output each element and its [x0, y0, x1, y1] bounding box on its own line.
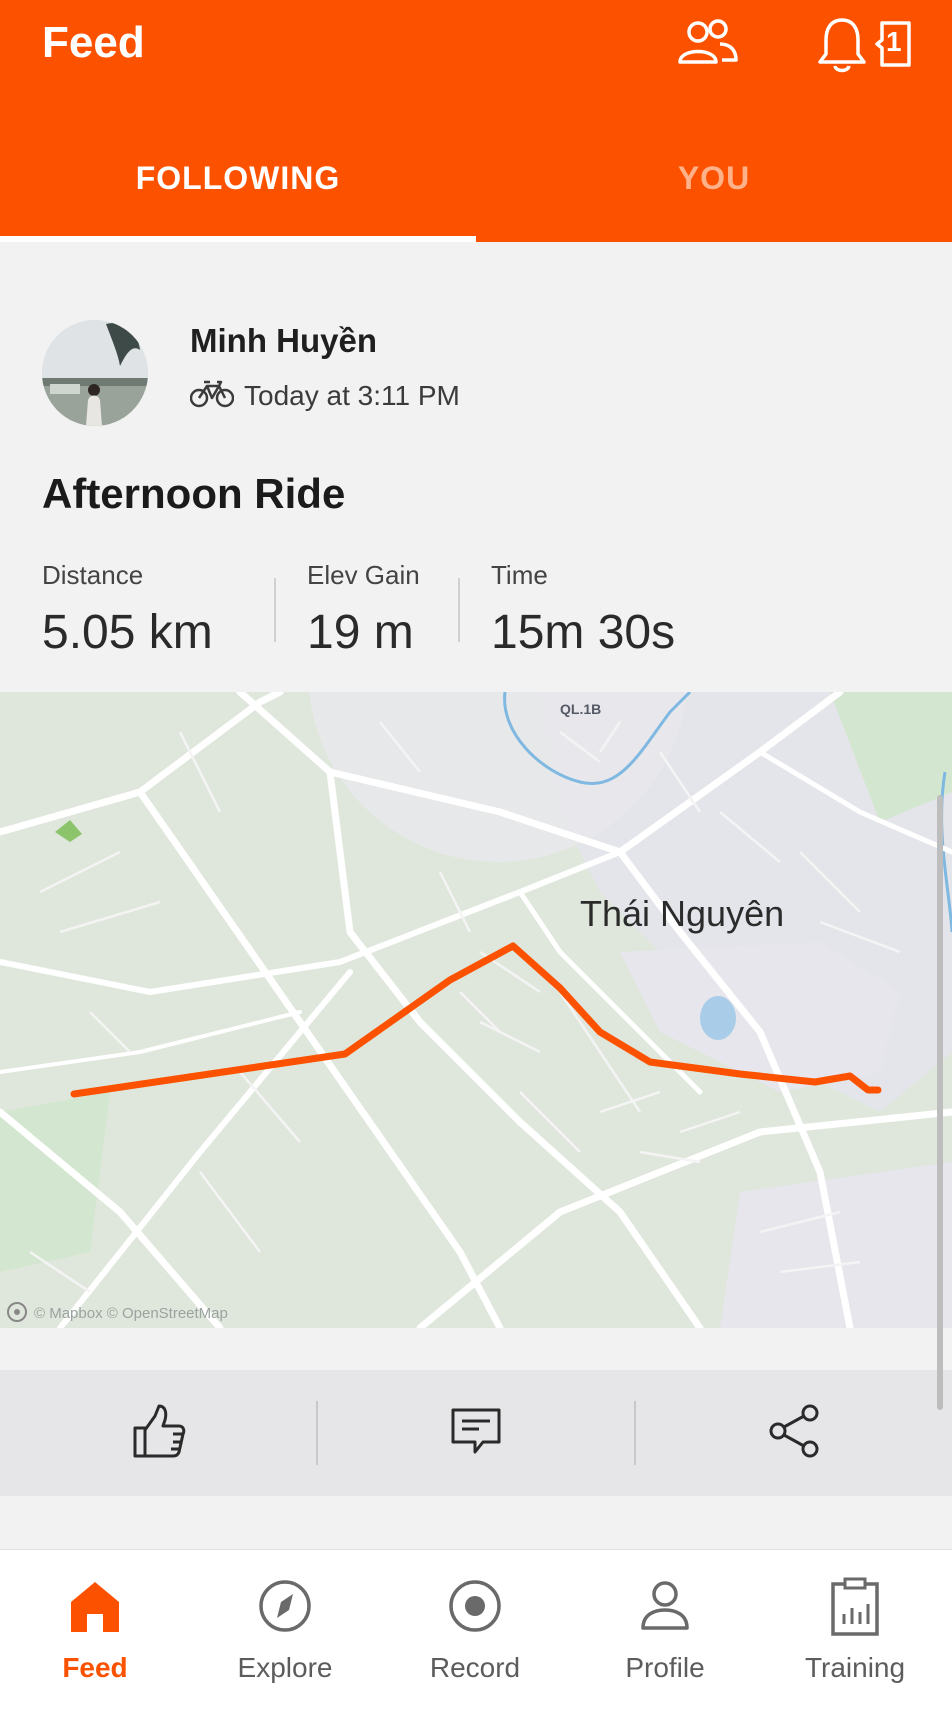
notifications-bell-icon[interactable]	[816, 16, 868, 81]
thumbs-up-icon	[129, 1402, 187, 1465]
activity-timestamp: Today at 3:11 PM	[244, 379, 460, 411]
avatar[interactable]	[42, 320, 148, 426]
route-map[interactable]: QL.1B Thái Nguyên © Mapbox © OpenStreetM…	[0, 692, 952, 1328]
active-tab-indicator	[0, 236, 476, 242]
friends-icon[interactable]	[676, 16, 738, 77]
notification-count: 1	[886, 26, 902, 57]
nav-profile[interactable]: Profile	[570, 1550, 760, 1719]
inbox-badge-icon[interactable]: 1	[874, 20, 914, 73]
kudos-button[interactable]	[0, 1370, 316, 1496]
record-icon	[447, 1574, 503, 1638]
scrollbar[interactable]	[937, 795, 943, 1410]
nav-label: Feed	[62, 1652, 128, 1683]
profile-icon	[637, 1574, 693, 1638]
training-clipboard-icon	[827, 1574, 883, 1638]
page-title: Feed	[42, 18, 145, 67]
comment-button[interactable]	[318, 1370, 634, 1496]
stat-value: 19 m	[307, 606, 414, 659]
stat-label: Elev Gain	[307, 560, 420, 590]
tab-you[interactable]: YOU	[476, 130, 952, 242]
stat-label: Time	[491, 560, 548, 590]
stat-value: 5.05 km	[42, 606, 213, 659]
activity-title[interactable]: Afternoon Ride	[42, 470, 345, 518]
home-icon	[67, 1574, 123, 1638]
stat-distance: Distance 5.05 km	[42, 560, 213, 660]
nav-record[interactable]: Record	[380, 1550, 570, 1719]
nav-label: Explore	[237, 1652, 333, 1683]
share-icon	[766, 1403, 822, 1464]
tab-following[interactable]: FOLLOWING	[0, 130, 476, 242]
city-label: Thái Nguyên	[580, 893, 784, 934]
nav-label: Profile	[625, 1652, 705, 1683]
nav-label: Training	[804, 1652, 906, 1683]
activity-meta: Today at 3:11 PM	[189, 378, 460, 413]
nav-training[interactable]: Training	[760, 1550, 950, 1719]
share-button[interactable]	[636, 1370, 952, 1496]
stat-value: 15m 30s	[491, 606, 676, 659]
stat-divider	[458, 578, 460, 642]
compass-icon	[257, 1574, 313, 1638]
bottom-navigation: Feed Explore Record Profile Training	[0, 1549, 952, 1719]
bike-icon	[189, 378, 235, 413]
map-attribution: © Mapbox © OpenStreetMap	[34, 1305, 228, 1322]
athlete-name[interactable]: Minh Huyền	[190, 322, 377, 360]
feed-tabs: FOLLOWING YOU	[0, 130, 952, 242]
stat-elev-gain: Elev Gain 19 m	[307, 560, 420, 660]
stat-label: Distance	[42, 560, 144, 590]
nav-explore[interactable]: Explore	[190, 1550, 380, 1719]
action-bar	[0, 1370, 952, 1496]
road-label: QL.1B	[560, 701, 601, 717]
nav-feed[interactable]: Feed	[0, 1550, 190, 1719]
stat-divider	[274, 578, 276, 642]
comment-icon	[449, 1404, 503, 1463]
stat-time: Time 15m 30s	[491, 560, 675, 660]
nav-label: Record	[429, 1652, 521, 1683]
